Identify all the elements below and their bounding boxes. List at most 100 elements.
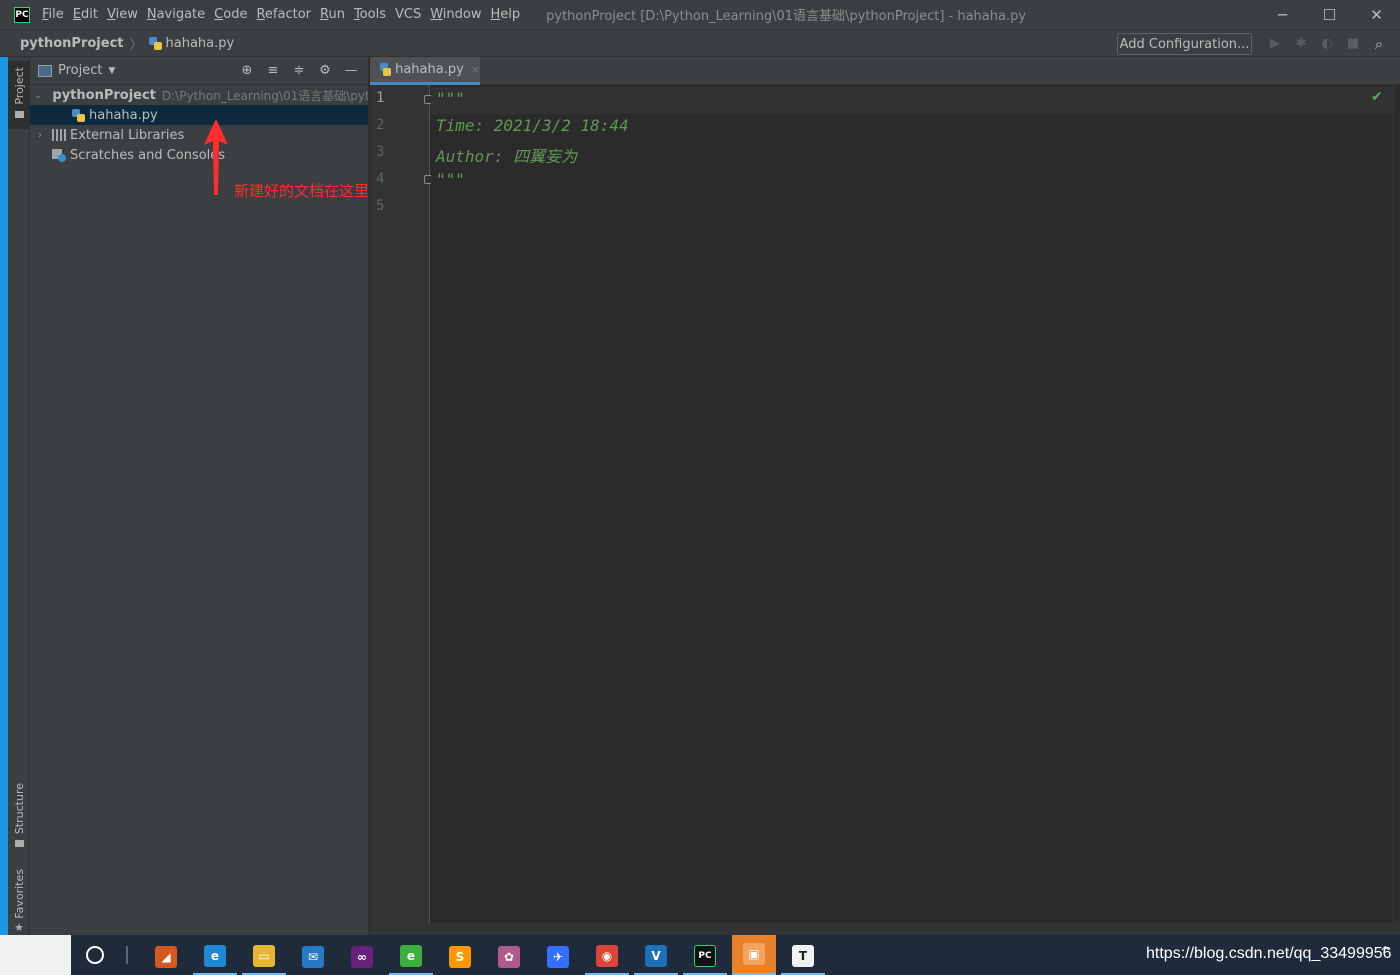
debug-icon[interactable]: ✱	[1288, 34, 1314, 54]
collapse-all-icon[interactable]: ≑	[286, 61, 312, 81]
menu-refactor[interactable]: Refactor	[256, 7, 311, 22]
main-menu: File Edit View Navigate Code Refactor Run Tools…	[42, 7, 529, 22]
hide-panel-icon[interactable]: —	[338, 61, 364, 81]
window-controls: ─ ☐ ✕	[1259, 0, 1400, 29]
taskbar-app-browser[interactable]: e	[389, 939, 433, 975]
gear-icon[interactable]: ⚙	[312, 61, 338, 81]
project-tree: ⌄ pythonProject D:\Python_Learning\01语言基…	[30, 85, 368, 165]
structure-tool-button[interactable]: Structure	[8, 783, 30, 848]
project-tool-button[interactable]: Project	[8, 61, 30, 129]
chevron-right-icon[interactable]: ›	[34, 130, 46, 141]
add-configuration-button[interactable]: Add Configuration...	[1117, 33, 1252, 55]
taskbar-app-feishu[interactable]: ✈	[536, 939, 580, 975]
coverage-icon[interactable]: ◐	[1314, 34, 1340, 54]
python-file-icon	[380, 63, 392, 76]
python-file-icon	[72, 108, 85, 122]
code-line: """	[436, 89, 465, 108]
tree-item-external-libraries[interactable]: › External Libraries	[30, 125, 368, 145]
annotation-text: 新建好的文档在这里	[234, 182, 370, 200]
line-number: 1	[376, 90, 385, 106]
run-toolbar: ▶ ✱ ◐ ■	[1262, 34, 1366, 54]
python-file-icon	[148, 36, 162, 50]
breadcrumb-separator: 〉	[129, 37, 143, 53]
line-number: 5	[376, 198, 385, 214]
maximize-button[interactable]: ☐	[1306, 0, 1353, 29]
sublime-icon: S	[449, 946, 471, 968]
toolbox-icon: ▣	[743, 943, 765, 965]
window-title: pythonProject [D:\Python_Learning\01语言基础…	[546, 9, 1027, 24]
project-panel-header: Project ▼ ⊕ ≡ ≑ ⚙ —	[30, 57, 368, 85]
menu-edit[interactable]: Edit	[73, 7, 98, 22]
taskbar-app-image-app[interactable]: ✿	[487, 939, 531, 975]
expand-all-icon[interactable]: ≡	[260, 61, 286, 81]
line-number: 4	[376, 171, 385, 187]
editor-tab-bar: hahaha.py ×	[370, 57, 1400, 85]
taskbar-app-chrome[interactable]: ◉	[585, 939, 629, 975]
menu-help[interactable]: Help	[490, 7, 520, 22]
structure-tool-label: Structure	[12, 783, 26, 835]
menu-view[interactable]: View	[107, 7, 138, 22]
project-root-label: pythonProject	[52, 87, 156, 103]
cortana-icon[interactable]	[86, 946, 104, 964]
folder-icon	[14, 110, 24, 118]
breadcrumb-file[interactable]: hahaha.py	[148, 36, 234, 51]
stop-icon[interactable]: ■	[1340, 34, 1366, 54]
menu-code[interactable]: Code	[214, 7, 247, 22]
vmware-icon: V	[645, 945, 667, 967]
start-button[interactable]	[0, 935, 71, 975]
tree-item-hahaha-py[interactable]: hahaha.py	[30, 105, 368, 125]
minimize-button[interactable]: ─	[1259, 0, 1306, 29]
code-editor[interactable]: """ Time: 2021/3/2 18:44 Author: 四翼妄为 ""…	[431, 85, 1393, 923]
project-tool-label: Project	[12, 67, 26, 105]
line-number: 2	[376, 117, 385, 133]
tab-label: hahaha.py	[395, 62, 464, 77]
code-line: """	[436, 170, 465, 189]
tree-item-project-root[interactable]: ⌄ pythonProject D:\Python_Learning\01语言基…	[30, 85, 368, 105]
taskbar-app-edge[interactable]: e	[193, 939, 237, 975]
line-number: 3	[376, 144, 385, 160]
chevron-down-icon[interactable]: ▼	[108, 66, 115, 76]
menu-run[interactable]: Run	[320, 7, 345, 22]
taskbar-app-toolbox[interactable]: ▣	[732, 935, 776, 975]
file-label: hahaha.py	[89, 107, 158, 123]
menu-tools[interactable]: Tools	[354, 7, 386, 22]
close-window-button[interactable]: ✕	[1353, 0, 1400, 29]
favorites-tool-button[interactable]: Favorites ★	[8, 869, 30, 934]
taskbar-app-sublime[interactable]: S	[438, 939, 482, 975]
taskbar-app-visual-studio[interactable]: ∞	[340, 939, 384, 975]
title-bar: PC File Edit View Navigate Code Refactor Run To…	[0, 0, 1400, 29]
menu-vcs[interactable]: VCS	[395, 7, 421, 22]
tab-hahaha-py[interactable]: hahaha.py ×	[370, 57, 480, 85]
taskbar-app-typora[interactable]: T	[781, 939, 825, 975]
menu-navigate[interactable]: Navigate	[147, 7, 205, 22]
taskbar-app-mail[interactable]: ✉	[291, 939, 335, 975]
taskbar-app-pycharm[interactable]: PC	[683, 939, 727, 975]
project-view-selector[interactable]: Project	[58, 63, 102, 78]
locate-file-icon[interactable]: ⊕	[234, 61, 260, 81]
tree-item-scratches[interactable]: Scratches and Consoles	[30, 145, 368, 165]
taskbar-separator	[126, 946, 128, 964]
horizontal-scrollbar[interactable]	[370, 923, 1400, 935]
taskbar-app-matlab[interactable]: ◢	[144, 939, 188, 975]
menu-window[interactable]: Window	[430, 7, 481, 22]
windows-taskbar: ◢ e ▭ ✉ ∞ e S ✿ ✈ ◉ V PC ▣ T https://blog.csdn.net/qq…	[0, 935, 1400, 975]
search-everywhere-icon[interactable]: ⌕	[1368, 34, 1390, 54]
vertical-scrollbar[interactable]	[1393, 85, 1400, 923]
taskbar-app-file-explorer[interactable]: ▭	[242, 939, 286, 975]
tray-expand-icon[interactable]: ^	[1380, 945, 1391, 960]
breadcrumb-project[interactable]: pythonProject	[20, 36, 124, 51]
matlab-icon: ◢	[155, 946, 177, 968]
chevron-down-icon[interactable]: ⌄	[34, 90, 42, 101]
project-panel-tools: ⊕ ≡ ≑ ⚙ —	[234, 61, 364, 81]
run-icon[interactable]: ▶	[1262, 34, 1288, 54]
menu-file[interactable]: File	[42, 7, 64, 22]
libraries-label: External Libraries	[70, 127, 185, 143]
inspection-ok-icon[interactable]: ✔	[1371, 89, 1383, 105]
mail-icon: ✉	[302, 946, 324, 968]
scratches-label: Scratches and Consoles	[70, 147, 226, 163]
feishu-icon: ✈	[547, 946, 569, 968]
taskbar-app-vmware[interactable]: V	[634, 939, 678, 975]
close-icon[interactable]: ×	[471, 63, 480, 76]
current-line-highlight	[431, 87, 1393, 114]
browser-icon: e	[400, 945, 422, 967]
